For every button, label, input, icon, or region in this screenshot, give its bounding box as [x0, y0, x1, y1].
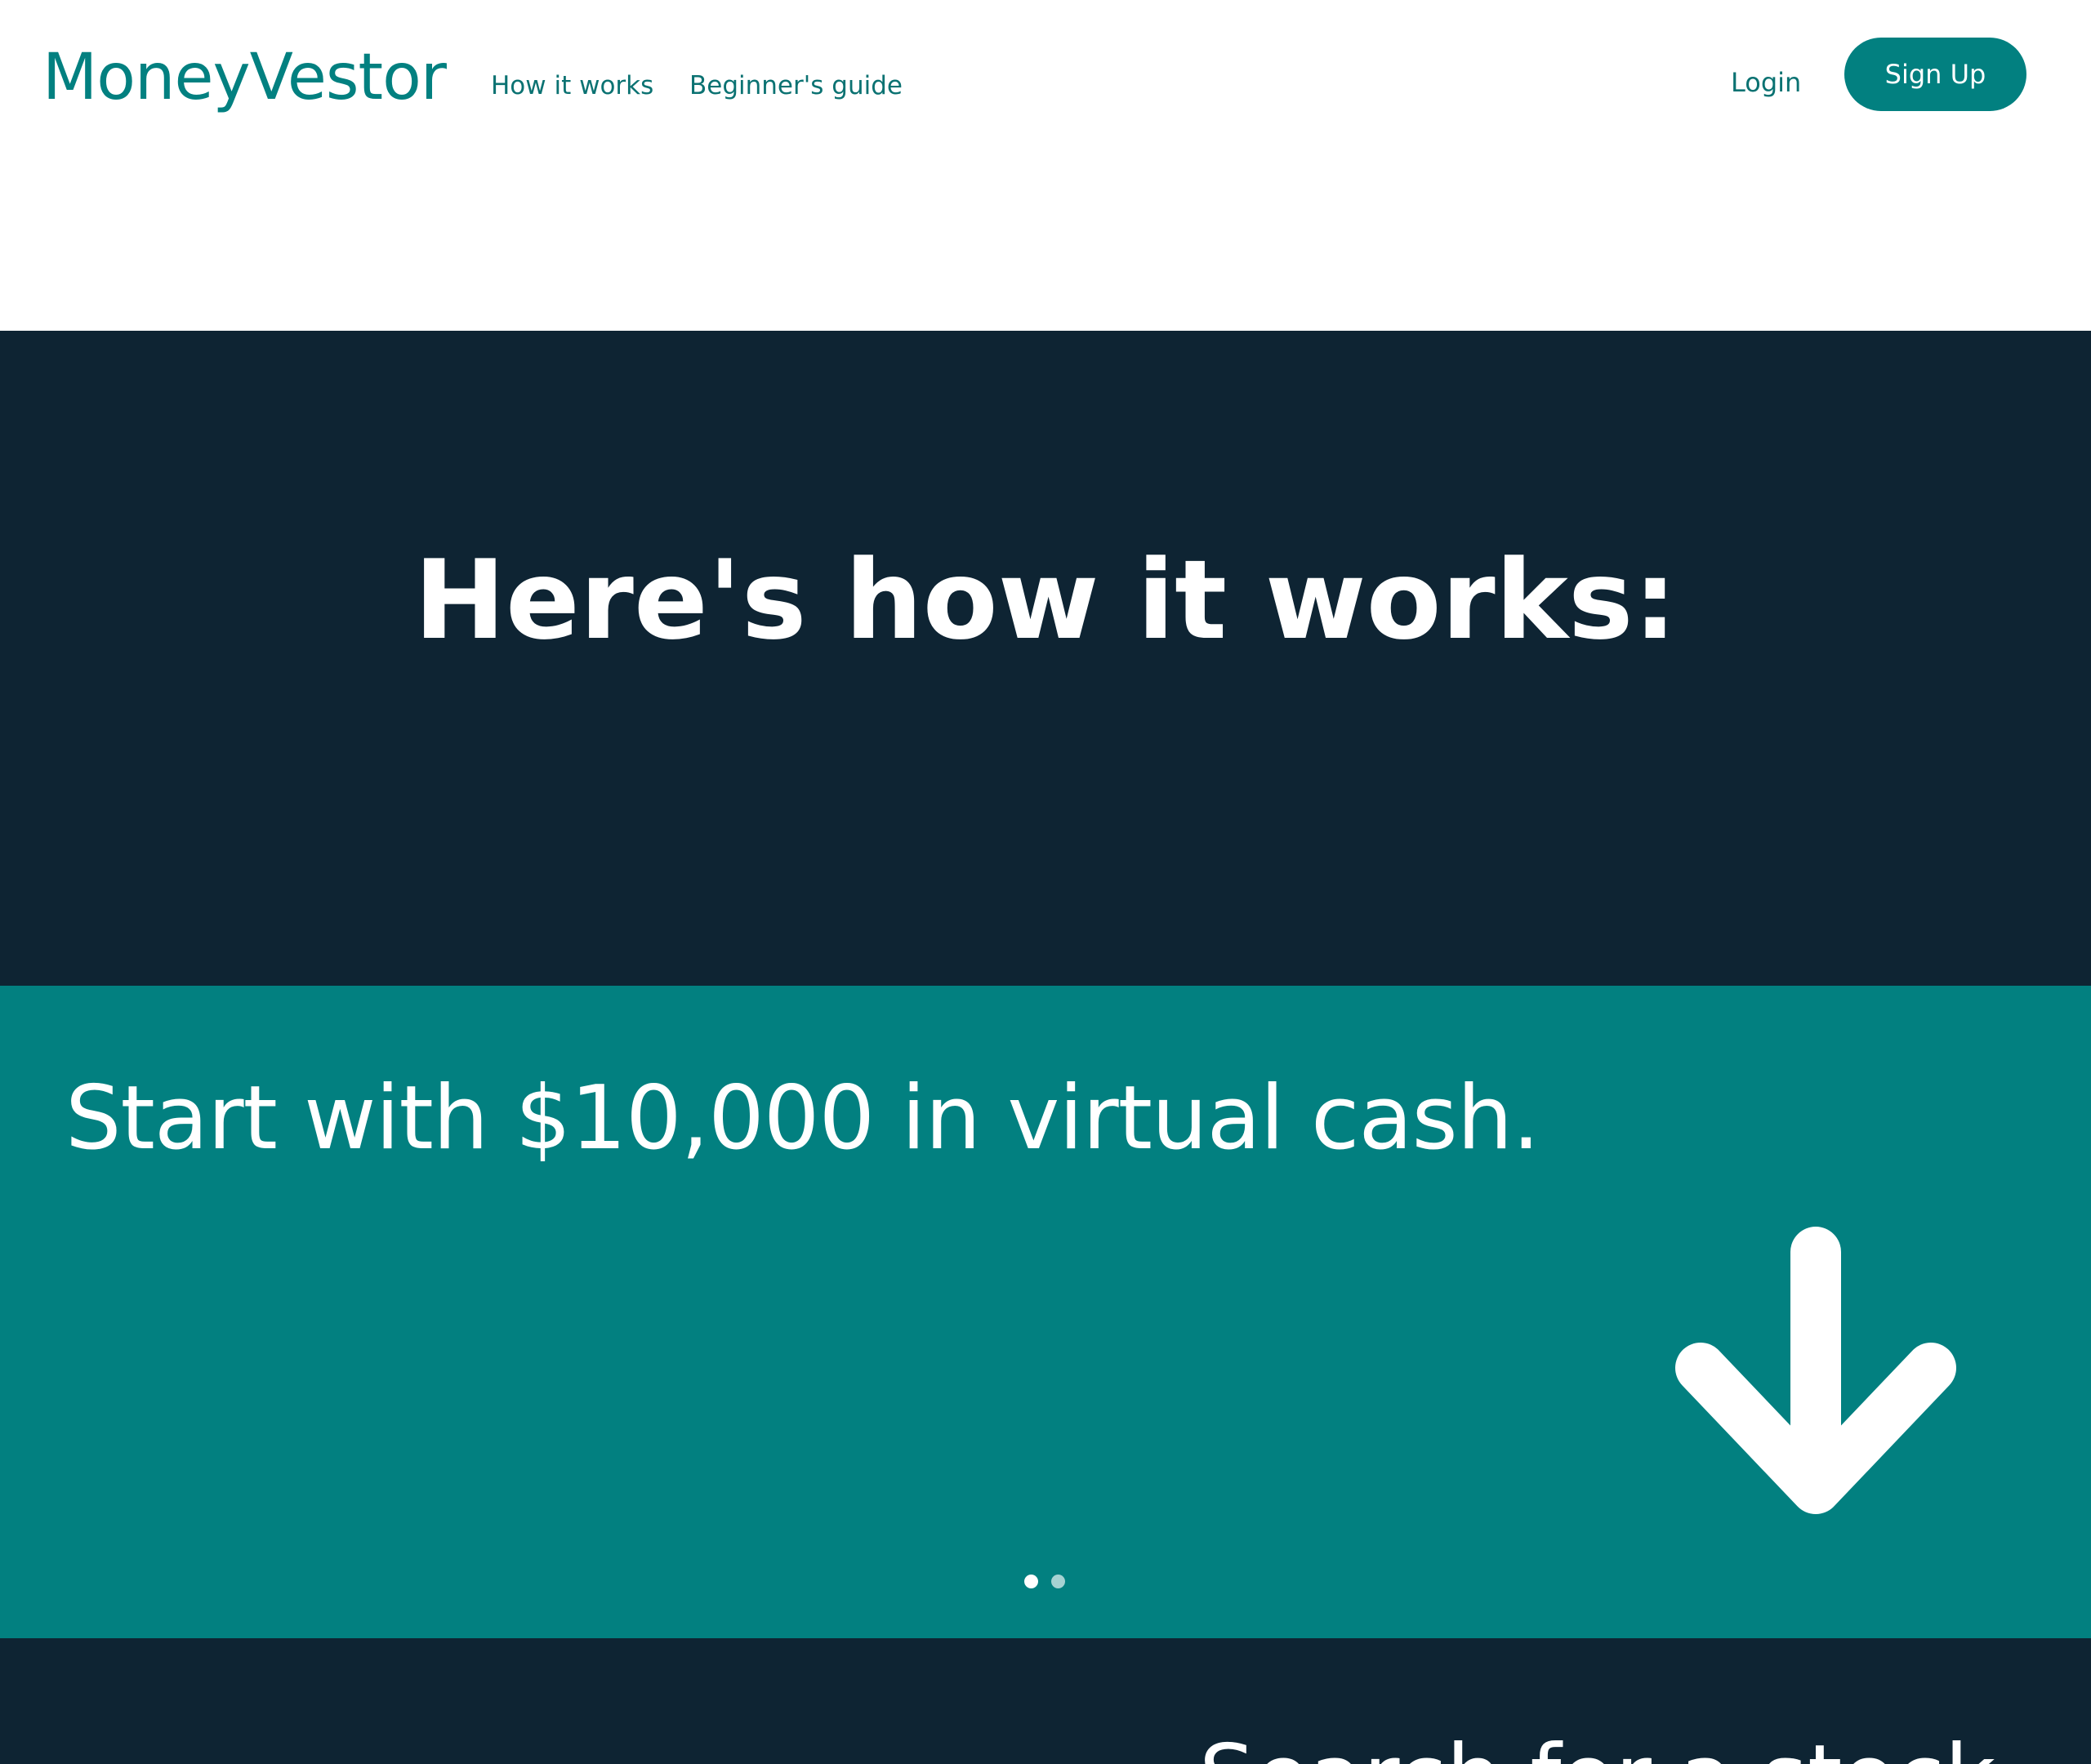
arrow-down-icon: [1675, 1227, 1956, 1514]
carousel-dots: [1024, 1575, 1067, 1589]
hero-title: Here's how it works:: [413, 537, 1678, 664]
site-header: MoneyVestor How it works Beginner's guid…: [0, 0, 2091, 331]
nav-link-beginners-guide[interactable]: Beginner's guide: [689, 65, 903, 106]
carousel-dot-2[interactable]: [1051, 1575, 1065, 1588]
hero-section: Here's how it works:: [0, 331, 2091, 986]
login-link[interactable]: Login: [1731, 62, 1801, 103]
signup-button[interactable]: Sign Up: [1844, 38, 2026, 111]
carousel-dot-1[interactable]: [1024, 1575, 1038, 1588]
nav-link-how-it-works[interactable]: How it works: [491, 65, 653, 106]
logo[interactable]: MoneyVestor: [42, 33, 447, 122]
step-slide: Start with $10,000 in virtual cash.: [0, 986, 2091, 1638]
next-section: Search for a stock: [0, 1638, 2091, 1764]
step-text: Start with $10,000 in virtual cash.: [65, 1067, 1540, 1169]
next-section-title: Search for a stock: [1199, 1717, 1995, 1764]
